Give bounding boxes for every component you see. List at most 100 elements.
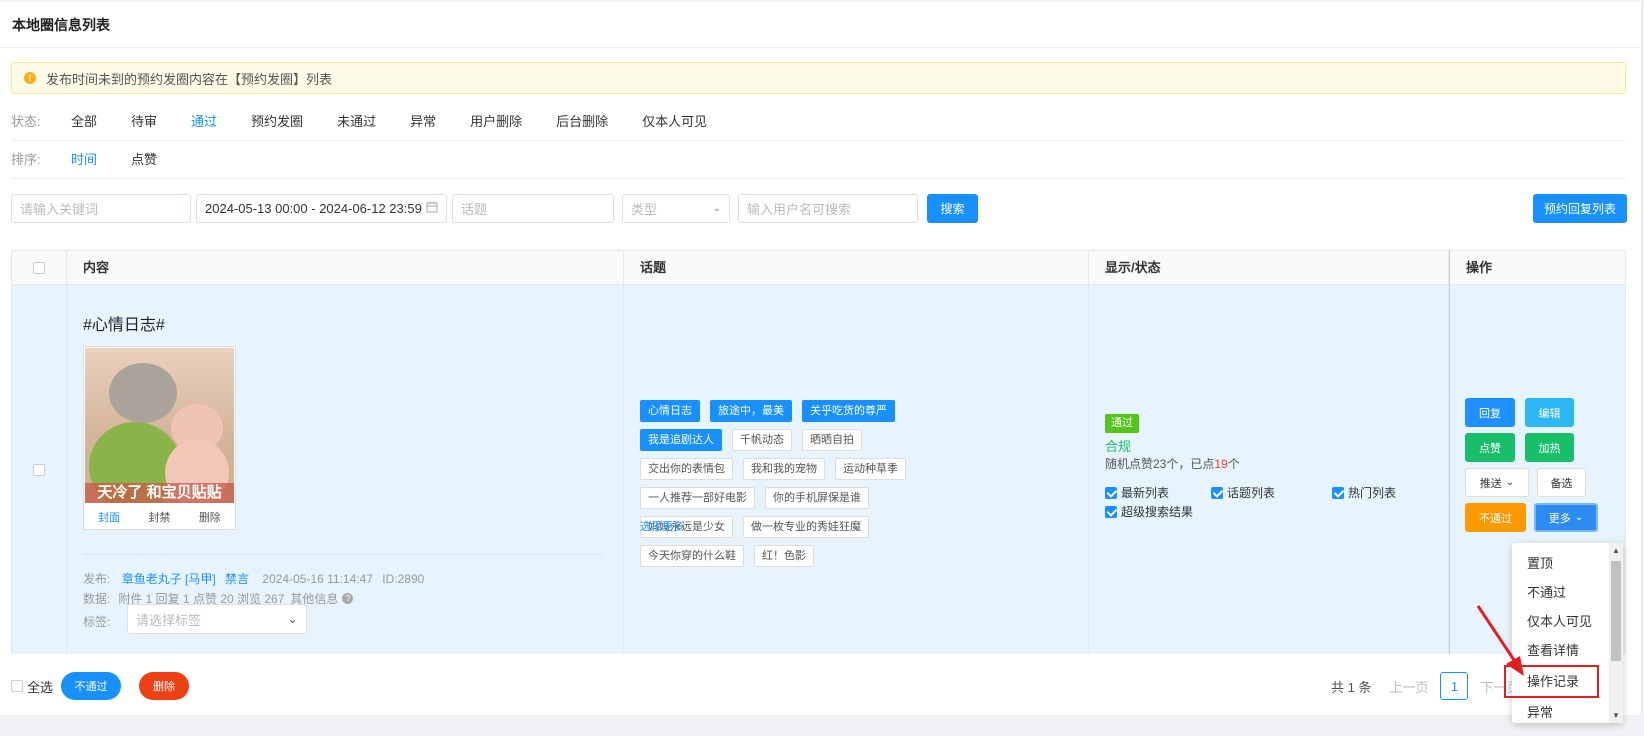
- status-filter-label: 状态:: [11, 113, 41, 129]
- post-title: #心情日志#: [83, 317, 165, 334]
- display-option-hot[interactable]: 热门列表: [1332, 484, 1396, 501]
- help-icon[interactable]: ?: [342, 593, 354, 604]
- backup-button[interactable]: 备选: [1537, 468, 1586, 497]
- date-range-picker[interactable]: 2024-05-13 00:00 - 2024-06-12 23:59: [196, 194, 447, 223]
- status-option-admin-deleted[interactable]: 后台删除: [556, 111, 608, 130]
- menu-item-pin[interactable]: 置顶: [1512, 549, 1609, 578]
- header-topic: 话题: [624, 251, 1089, 285]
- status-option-rejected[interactable]: 未通过: [337, 111, 376, 130]
- sort-option-likes[interactable]: 点赞: [131, 149, 157, 168]
- topic-tag[interactable]: 晒晒自拍: [802, 429, 862, 451]
- table-header: 内容 话题 显示/状态 操作: [12, 251, 1625, 285]
- topic-tag[interactable]: 运动种草季: [835, 458, 906, 480]
- topic-tag[interactable]: 红！色影: [754, 545, 814, 567]
- edit-button[interactable]: 编辑: [1525, 398, 1574, 427]
- push-dropdown-button[interactable]: 推送 ⌄: [1465, 468, 1529, 497]
- page-title: 本地圈信息列表: [0, 2, 1641, 48]
- menu-item-abnormal[interactable]: 异常: [1512, 698, 1609, 727]
- footer-select-all-checkbox[interactable]: [11, 680, 23, 692]
- footer-select-all-label[interactable]: 全选: [27, 677, 53, 696]
- scroll-thumb[interactable]: [1611, 561, 1621, 661]
- mute-link[interactable]: 禁言: [225, 572, 249, 586]
- random-likes-info: 随机点赞23个，已点19个: [1105, 455, 1240, 472]
- sort-option-time[interactable]: 时间: [71, 149, 97, 168]
- chevron-down-icon: ⌄: [287, 611, 298, 626]
- schedule-reply-list-button[interactable]: 预约回复列表: [1533, 194, 1627, 223]
- page-1-button[interactable]: 1: [1440, 672, 1469, 700]
- topic-tag[interactable]: 我和我的宠物: [743, 458, 825, 480]
- reject-button[interactable]: 不通过: [1465, 503, 1526, 532]
- more-dropdown-button[interactable]: 更多 ⌄: [1534, 503, 1598, 532]
- topic-tag[interactable]: 关乎吃货的尊严: [802, 400, 895, 422]
- topic-list-checkbox[interactable]: [1211, 486, 1223, 499]
- display-option-topic[interactable]: 话题列表: [1211, 484, 1275, 501]
- batch-delete-button[interactable]: 删除: [139, 672, 190, 700]
- boost-button[interactable]: 加热: [1525, 433, 1574, 462]
- topic-tag[interactable]: 旅途中，最美: [710, 400, 792, 422]
- scroll-down-arrow-icon[interactable]: ▼: [1612, 711, 1620, 720]
- type-select[interactable]: 类型 ⌄: [622, 194, 730, 223]
- topic-list: 心情日志 旅途中，最美 关乎吃货的尊严我是追剧达人 千帆动态 晒晒自拍交出你的表情包 我和…: [640, 400, 970, 574]
- status-option-pending[interactable]: 待审: [131, 111, 157, 130]
- latest-list-checkbox[interactable]: [1105, 486, 1117, 499]
- content-divider: [83, 554, 603, 555]
- select-all-checkbox[interactable]: [33, 262, 45, 274]
- topic-tag[interactable]: 做一枚专业的秀娃狂魔: [743, 516, 869, 538]
- status-option-self-visible[interactable]: 仅本人可见: [642, 111, 707, 130]
- push-label: 推送: [1479, 477, 1502, 490]
- super-search-checkbox[interactable]: [1105, 505, 1117, 518]
- type-select-placeholder: 类型: [631, 202, 658, 217]
- search-button[interactable]: 搜索: [927, 194, 978, 223]
- tag-select[interactable]: 请选择标签 ⌄: [127, 604, 307, 634]
- status-option-all[interactable]: 全部: [71, 111, 97, 130]
- more-topics-link[interactable]: 选择更多: [640, 518, 684, 534]
- topic-tag[interactable]: 你的手机屏保是谁: [765, 487, 869, 509]
- set-cover-link[interactable]: 封面: [98, 509, 120, 525]
- hot-list-checkbox[interactable]: [1332, 486, 1344, 499]
- likes-text-suffix: 个: [1227, 457, 1240, 471]
- row-checkbox-cell: [12, 285, 67, 654]
- chevron-down-icon: ⌄: [712, 203, 721, 214]
- author-link[interactable]: 章鱼老丸子 [马甲]: [122, 572, 216, 586]
- status-option-scheduled[interactable]: 预约发圈: [251, 111, 303, 130]
- status-option-abnormal[interactable]: 异常: [410, 111, 436, 130]
- divider: [11, 178, 1626, 179]
- display-option-latest[interactable]: 最新列表: [1105, 484, 1169, 501]
- topic-tag[interactable]: 一人推荐一部好电影: [640, 487, 755, 509]
- user-search-input[interactable]: 输入用户名可搜索: [738, 194, 918, 223]
- topic-tag[interactable]: 今天你穿的什么鞋: [640, 545, 744, 567]
- topic-cell: 心情日志 旅途中，最美 关乎吃货的尊严我是追剧达人 千帆动态 晒晒自拍交出你的表情包 我和…: [624, 285, 1089, 654]
- publish-label: 发布:: [83, 572, 111, 586]
- prev-page-button[interactable]: 上一页: [1389, 677, 1428, 696]
- topic-input[interactable]: 话题: [452, 194, 614, 223]
- ban-image-link[interactable]: 封禁: [148, 509, 170, 525]
- status-option-user-deleted[interactable]: 用户删除: [470, 111, 522, 130]
- batch-reject-button[interactable]: 不通过: [61, 672, 122, 700]
- info-icon: !: [24, 72, 36, 84]
- status-filter: 状态: 全部 待审 通过 预约发圈 未通过 异常 用户删除 后台删除 仅本人可见: [11, 108, 741, 132]
- content-table: 内容 话题 显示/状态 操作 #心情日志# 天冷了 和宝贝贴贴 封面 封禁 删除…: [11, 250, 1626, 654]
- delete-image-link[interactable]: 删除: [199, 509, 221, 525]
- data-label: 数据:: [83, 592, 111, 606]
- display-option-super-search[interactable]: 超级搜索结果: [1105, 503, 1193, 520]
- topic-tag[interactable]: 千帆动态: [732, 429, 792, 451]
- row-checkbox[interactable]: [33, 463, 45, 476]
- scroll-up-arrow-icon[interactable]: ▲: [1612, 546, 1620, 555]
- post-image[interactable]: 天冷了 和宝贝贴贴: [85, 348, 234, 503]
- reply-button[interactable]: 回复: [1465, 398, 1515, 427]
- status-cell: 通过 合规 随机点赞23个，已点19个 最新列表 话题列表 热门列表 超级搜索结…: [1089, 285, 1449, 654]
- like-button[interactable]: 点赞: [1465, 433, 1515, 462]
- status-option-approved[interactable]: 通过: [191, 111, 217, 130]
- dropdown-scrollbar[interactable]: ▲ ▼: [1609, 543, 1623, 723]
- topic-tag[interactable]: 交出你的表情包: [640, 458, 733, 480]
- tag-label: 标签:: [83, 615, 111, 629]
- tag-select-placeholder: 请选择标签: [136, 612, 202, 628]
- more-label: 更多: [1548, 512, 1571, 525]
- topic-tag[interactable]: 我是追剧达人: [640, 429, 722, 451]
- publish-datetime: 2024-05-16 11:14:47: [262, 572, 373, 586]
- latest-list-label: 最新列表: [1121, 486, 1170, 500]
- topic-tag[interactable]: 心情日志: [640, 400, 700, 422]
- header-actions: 操作: [1449, 251, 1627, 285]
- image-actions: 封面 封禁 删除: [84, 509, 235, 525]
- keyword-input[interactable]: 请输入关键词: [11, 194, 191, 223]
